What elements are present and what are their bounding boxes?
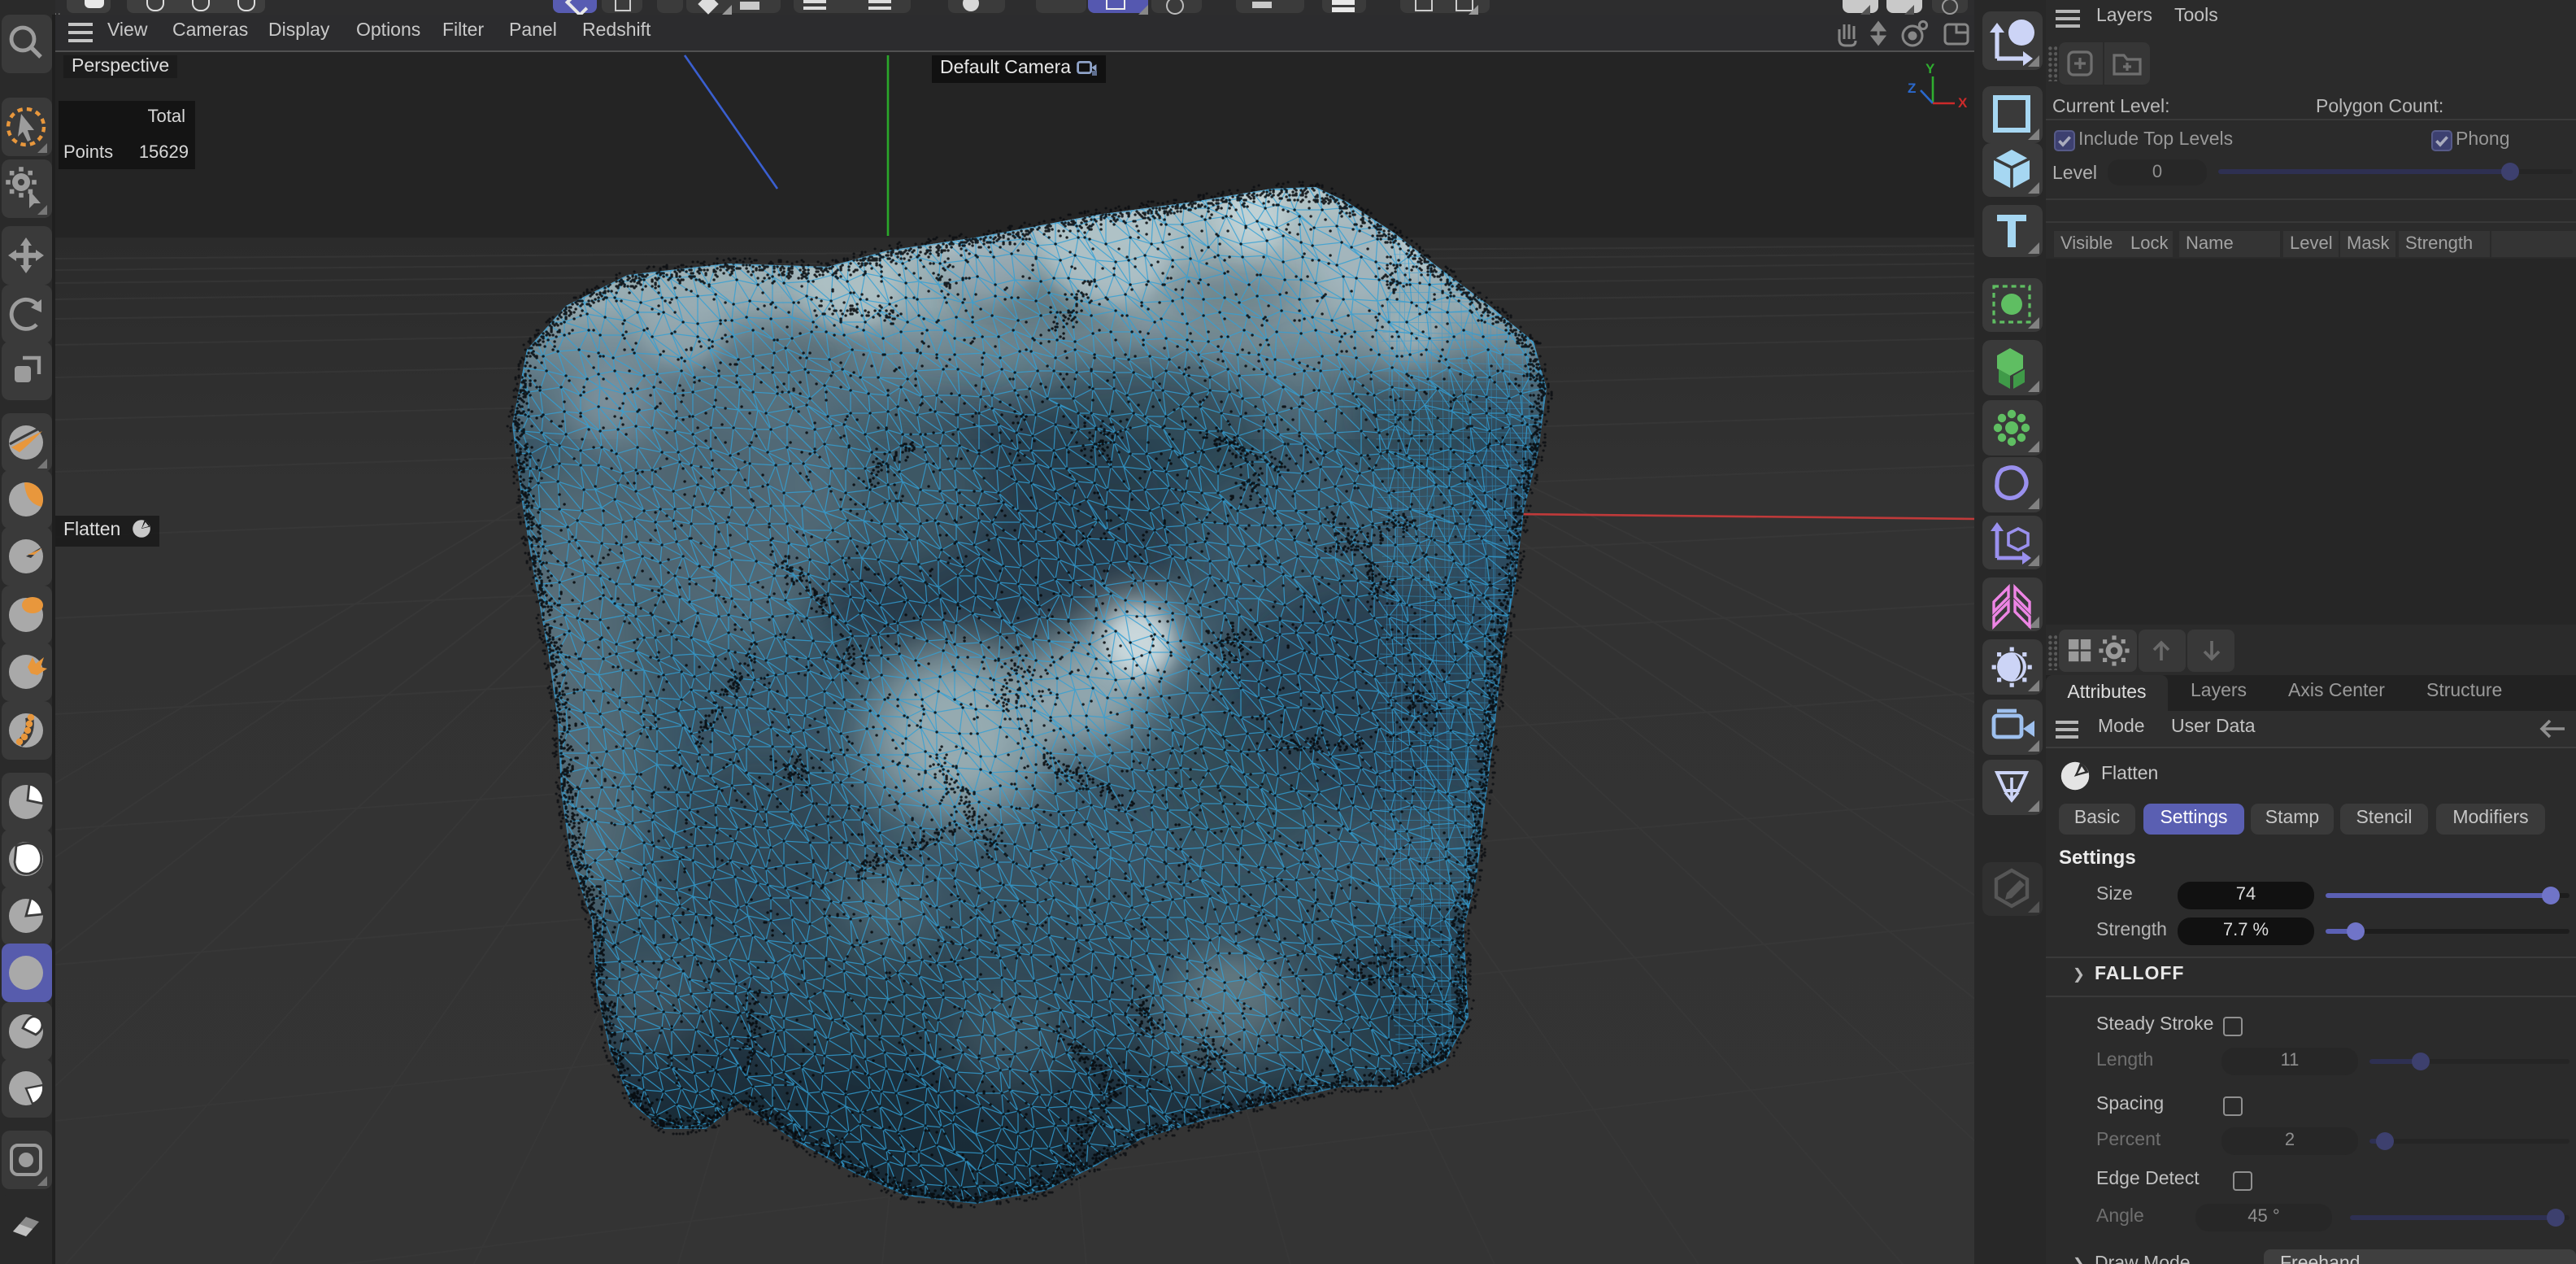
svg-text:Z: Z [1908, 81, 1916, 96]
svg-text:Y: Y [1925, 61, 1935, 76]
svg-text:X: X [1958, 95, 1968, 111]
